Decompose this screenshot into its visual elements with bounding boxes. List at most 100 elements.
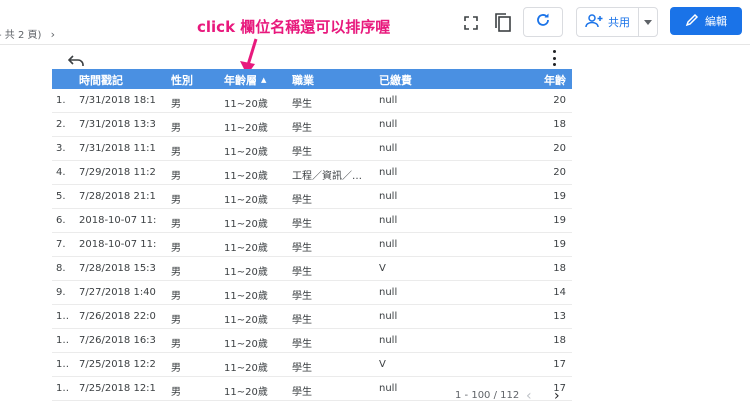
cell-age-group: 11~20歲 [224,363,268,374]
chevron-right-icon[interactable]: › [554,388,560,404]
cell-timestamp: 2018-10-07 11:2… [79,239,157,250]
row-index: 5. [56,191,66,202]
share-label: 共用 [608,16,630,29]
table-row[interactable]: 8. 7/28/2018 15:3… 男 11~20歲 學生 V 18 [52,257,572,281]
column-header-gender[interactable]: 性別 [171,72,193,88]
cell-timestamp: 7/31/2018 11:1… [79,143,157,154]
cell-age: 20 [553,143,566,154]
cell-timestamp: 7/31/2018 13:3… [79,119,157,130]
cell-occupation: 學生 [292,267,312,278]
table-row[interactable]: 5. 7/28/2018 21:1… 男 11~20歲 學生 null 19 [52,185,572,209]
row-index: 1… [56,335,68,346]
cell-timestamp: 2018-10-07 11:1… [79,215,157,226]
cell-age-group: 11~20歲 [224,171,268,182]
cell-occupation: 學生 [292,219,312,230]
cell-occupation: 學生 [292,99,312,110]
more-vert-icon[interactable] [549,50,559,66]
cell-gender: 男 [171,291,181,302]
row-index: 7. [56,239,66,250]
row-index: 8. [56,263,66,274]
row-index: 3. [56,143,66,154]
cell-gender: 男 [171,243,181,254]
cell-paid: V [379,359,386,370]
cell-gender: 男 [171,315,181,326]
cell-age-group: 11~20歲 [224,315,268,326]
cell-gender: 男 [171,387,181,398]
row-index: 1… [56,311,68,322]
cell-age-group: 11~20歲 [224,195,268,206]
refresh-button[interactable] [523,7,563,37]
table-row[interactable]: 4. 7/29/2018 11:2… 男 11~20歲 工程／資訊／研… null 20 [52,161,572,185]
column-header-paid[interactable]: 已繳費 [379,72,412,88]
cell-gender: 男 [171,267,181,278]
add-person-icon [585,13,603,32]
cell-paid: null [379,167,398,178]
cell-paid: V [379,263,386,274]
share-button[interactable]: 共用 [576,7,658,37]
chevron-left-icon[interactable]: ‹ [526,388,532,404]
cell-age-group: 11~20歲 [224,123,268,134]
column-header-age[interactable]: 年齡 [544,72,566,88]
row-index: 9. [56,287,66,298]
cell-paid: null [379,95,398,106]
cell-occupation: 學生 [292,123,312,134]
table-row[interactable]: 3. 7/31/2018 11:1… 男 11~20歲 學生 null 20 [52,137,572,161]
cell-occupation: 學生 [292,363,312,374]
cell-age: 20 [553,167,566,178]
table-row[interactable]: 1… 7/26/2018 16:3… 男 11~20歲 學生 null 18 [52,329,572,353]
share-main-button[interactable]: 共用 [577,8,639,36]
page-info-text: 共 2 頁 [4,30,38,41]
table-row[interactable]: 6. 2018-10-07 11:1… 男 11~20歲 學生 null 19 [52,209,572,233]
cell-occupation: 學生 [292,387,312,398]
cell-age: 13 [553,311,566,322]
cell-occupation: 工程／資訊／研… [292,171,370,182]
cell-age: 19 [553,215,566,226]
table-row[interactable]: 1. 7/31/2018 18:1… 男 11~20歲 學生 null 20 [52,89,572,113]
table-row[interactable]: 1… 7/26/2018 22:0… 男 11~20歲 學生 null 13 [52,305,572,329]
cell-paid: null [379,383,398,394]
cell-age-group: 11~20歲 [224,147,268,158]
cell-timestamp: 7/26/2018 22:0… [79,311,157,322]
data-table: 時間戳記 性別 年齡層 ▲ 職業 已繳費 年齡 1. 7/31/2018 18:1…… [52,69,572,401]
page-info-suffix: ) [37,30,42,41]
table-body: 1.7/31/2018 18:1…男11~20歲學生null202.7/31/2… [52,89,572,401]
top-toolbar: - 共 2 頁) › click 欄位名稱還可以排序喔 共用 編輯 [0,0,750,45]
column-header-timestamp[interactable]: 時間戳記 [79,72,123,88]
column-header-age-group[interactable]: 年齡層 ▲ [224,72,266,88]
cell-gender: 男 [171,339,181,350]
cell-age: 18 [553,119,566,130]
column-header-occupation[interactable]: 職業 [292,72,314,88]
cell-gender: 男 [171,195,181,206]
cell-timestamp: 7/29/2018 11:2… [79,167,157,178]
pencil-icon [685,13,699,30]
cell-paid: null [379,191,398,202]
table-row[interactable]: 2. 7/31/2018 13:3… 男 11~20歲 學生 null 18 [52,113,572,137]
cell-age-group: 11~20歲 [224,243,268,254]
table-row[interactable]: 7. 2018-10-07 11:2… 男 11~20歲 學生 null 19 [52,233,572,257]
cell-age: 20 [553,95,566,106]
table-row[interactable]: 1… 7/25/2018 12:2… 男 11~20歲 學生 V 17 [52,353,572,377]
cell-occupation: 學生 [292,195,312,206]
cell-age-group: 11~20歲 [224,387,268,398]
cell-occupation: 學生 [292,339,312,350]
cell-paid: null [379,335,398,346]
edit-button[interactable]: 編輯 [670,7,742,35]
cell-age: 19 [553,191,566,202]
pagination-info: 1 - 100 / 112 [455,390,520,401]
copy-icon[interactable] [490,10,516,36]
cell-paid: null [379,119,398,130]
page-info-prefix: - [0,30,2,41]
row-index: 6. [56,215,66,226]
cell-paid: null [379,143,398,154]
cell-age-group: 11~20歲 [224,291,268,302]
caret-down-icon[interactable] [639,8,656,36]
cell-timestamp: 7/26/2018 16:3… [79,335,157,346]
cell-gender: 男 [171,171,181,182]
cell-age: 18 [553,263,566,274]
cell-timestamp: 7/25/2018 12:2… [79,359,157,370]
column-header-age-group-label: 年齡層 [224,74,257,87]
fullscreen-icon[interactable] [458,10,484,36]
table-row[interactable]: 9. 7/27/2018 1:40:… 男 11~20歲 學生 null 14 [52,281,572,305]
chevron-right-small-icon[interactable]: › [51,28,55,41]
cell-age-group: 11~20歲 [224,267,268,278]
